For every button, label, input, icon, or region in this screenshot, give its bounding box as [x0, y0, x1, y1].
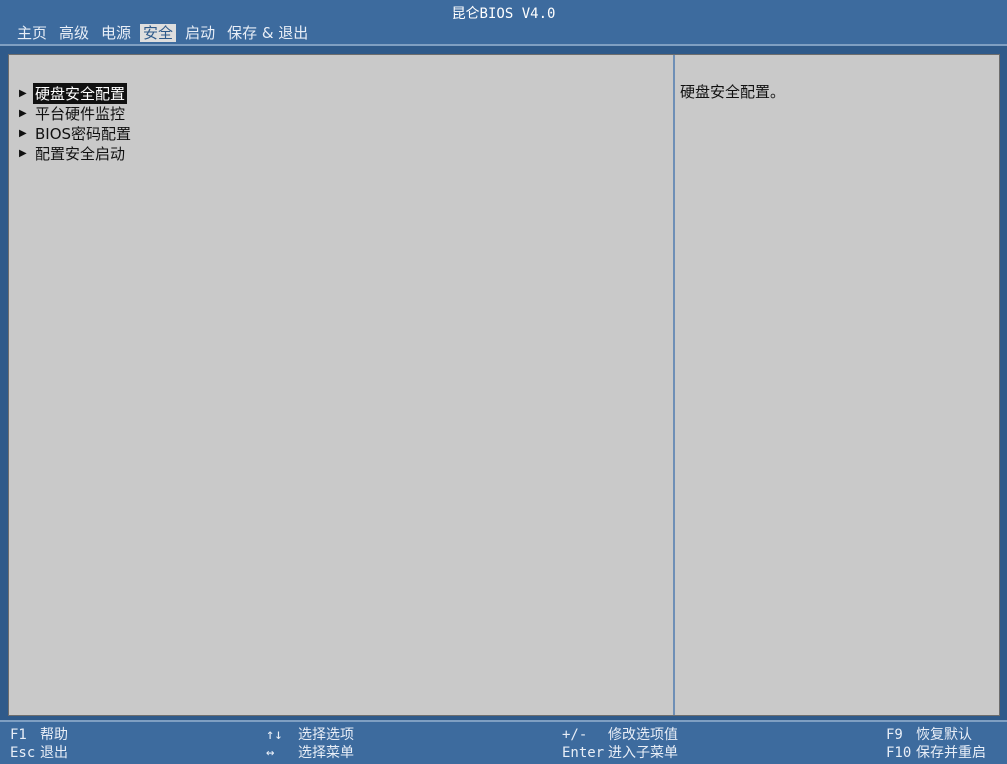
submenu-arrow-icon: ▶	[19, 127, 27, 139]
tab-power[interactable]: 电源	[98, 24, 134, 42]
submenu-arrow-icon: ▶	[19, 147, 27, 159]
option-list: ▶ 硬盘安全配置 ▶ 平台硬件监控 ▶ BIOS密码配置 ▶ 配置安全启动	[19, 82, 133, 163]
hint-desc: 帮助	[40, 727, 68, 743]
hint-desc: 恢复默认	[916, 727, 972, 743]
hint-key: Enter	[562, 745, 605, 761]
main-panel: ▶ 硬盘安全配置 ▶ 平台硬件监控 ▶ BIOS密码配置 ▶ 配置安全启动 硬盘…	[8, 54, 1000, 716]
hint-restore-defaults: F9 恢复默认	[886, 726, 972, 744]
submenu-arrow-icon: ▶	[19, 87, 27, 99]
hint-esc: Esc 退出	[10, 744, 68, 762]
hint-key: Esc	[10, 745, 36, 761]
hint-key: F1	[10, 727, 27, 743]
option-hardware-monitor[interactable]: ▶ 平台硬件监控	[19, 103, 133, 123]
hint-f1: F1 帮助	[10, 726, 68, 744]
key-help-bar: F1 帮助 Esc 退出 ↑↓ 选择选项 ↔ 选择菜单 +/- 修改选项值 En…	[0, 720, 1007, 764]
hint-key: F10	[886, 745, 912, 761]
hint-desc: 修改选项值	[608, 727, 678, 743]
options-pane: ▶ 硬盘安全配置 ▶ 平台硬件监控 ▶ BIOS密码配置 ▶ 配置安全启动	[9, 55, 675, 715]
tab-advanced[interactable]: 高级	[56, 24, 92, 42]
hint-enter-submenu: Enter 进入子菜单	[562, 744, 678, 762]
tab-security[interactable]: 安全	[140, 24, 177, 42]
hint-key: ↔	[266, 745, 275, 761]
help-text: 硬盘安全配置。	[680, 83, 786, 101]
bios-header: 昆仑BIOS V4.0 主页 高级 电源 安全 启动 保存 & 退出	[0, 0, 1007, 46]
hint-key: F9	[886, 727, 903, 743]
hint-desc: 选择选项	[298, 727, 354, 743]
tab-save-exit[interactable]: 保存 & 退出	[224, 24, 311, 42]
hint-key: ↑↓	[266, 727, 283, 743]
hint-desc: 保存并重启	[916, 745, 986, 761]
hint-select-item: ↑↓ 选择选项	[266, 726, 354, 744]
bios-title: 昆仑BIOS V4.0	[451, 6, 556, 22]
option-secure-boot[interactable]: ▶ 配置安全启动	[19, 143, 133, 163]
option-label: 配置安全启动	[35, 144, 126, 163]
submenu-arrow-icon: ▶	[19, 107, 27, 119]
option-label: 硬盘安全配置	[33, 82, 128, 104]
option-label: 平台硬件监控	[35, 104, 126, 123]
option-label: BIOS密码配置	[35, 124, 132, 143]
hint-select-menu: ↔ 选择菜单	[266, 744, 354, 762]
help-pane: 硬盘安全配置。	[675, 55, 999, 715]
option-hdd-security[interactable]: ▶ 硬盘安全配置	[19, 82, 133, 104]
tab-boot[interactable]: 启动	[182, 24, 218, 42]
hint-desc: 进入子菜单	[608, 745, 678, 761]
menu-bar: 主页 高级 电源 安全 启动 保存 & 退出	[14, 24, 317, 42]
hint-desc: 选择菜单	[298, 745, 354, 761]
hint-key: +/-	[562, 727, 588, 743]
hint-change-value: +/- 修改选项值	[562, 726, 678, 744]
hint-save-reboot: F10 保存并重启	[886, 744, 986, 762]
option-bios-password[interactable]: ▶ BIOS密码配置	[19, 123, 133, 143]
hint-desc: 退出	[40, 745, 68, 761]
tab-main[interactable]: 主页	[14, 24, 50, 42]
